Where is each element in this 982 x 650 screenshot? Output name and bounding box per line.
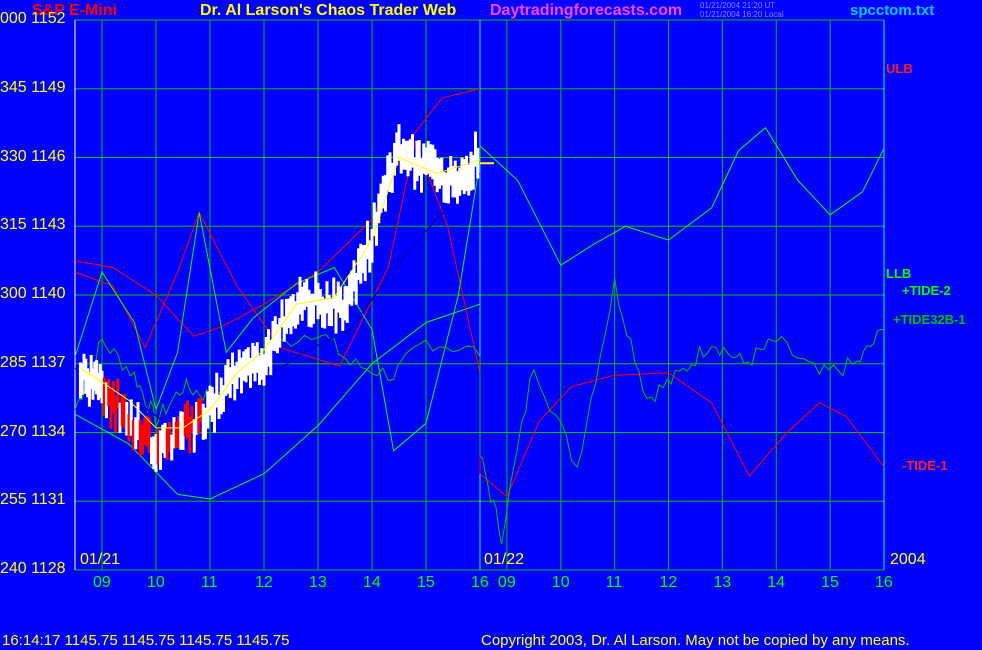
slow-moving-average xyxy=(74,172,481,429)
x-tick-label: 09 xyxy=(93,574,111,591)
x-tick-label: 10 xyxy=(147,574,165,591)
x-tick-label: 11 xyxy=(201,574,218,591)
y-tick-label: 240 1128 xyxy=(0,560,66,577)
y-tick-label: 300 1140 xyxy=(0,285,66,302)
x-tick-label: 13 xyxy=(713,574,732,591)
x-tick-label: 15 xyxy=(821,574,839,591)
date-label-left: 01/21 xyxy=(80,551,121,568)
local-timestamp: 01/21/2004 16:20 Local xyxy=(700,10,784,19)
y-tick-label: 330 1146 xyxy=(0,147,66,165)
series-label-tide1: -TIDE-1 xyxy=(902,458,948,473)
date-label-middle: 01/22 xyxy=(484,551,525,568)
y-tick-label: 315 1143 xyxy=(0,216,66,234)
quote-readout: 16:14:17 1145.75 1145.75 1145.75 1145.75 xyxy=(2,632,290,649)
x-tick-label: 16 xyxy=(471,574,489,591)
y-tick-label: 345 1149 xyxy=(0,78,66,96)
x-tick-label: 09 xyxy=(497,574,516,591)
series-label-llb: LLB xyxy=(886,266,912,281)
x-tick-label: 12 xyxy=(659,574,678,591)
x-tick-label: 12 xyxy=(255,574,273,591)
x-tick-label: 13 xyxy=(309,574,327,591)
series-label-ulb: ULB xyxy=(886,61,913,76)
site-url-link[interactable]: Daytradingforecasts.com xyxy=(490,3,682,19)
x-tick-label: 14 xyxy=(363,574,381,591)
copyright-notice: Copyright 2003, Dr. Al Larson. May not b… xyxy=(481,632,910,649)
data-filename: spcctom.txt xyxy=(850,2,935,19)
x-tick-label: 16 xyxy=(875,574,893,591)
x-tick-label: 10 xyxy=(551,574,570,591)
site-title: Dr. Al Larson's Chaos Trader Web xyxy=(200,2,457,19)
series-label-tide32b: +TIDE32B-1 xyxy=(893,312,966,327)
y-tick-label: 255 1131 xyxy=(0,491,66,509)
x-tick-label: 14 xyxy=(767,574,786,591)
series-label-tide2: +TIDE-2 xyxy=(902,283,951,298)
x-tick-label: 15 xyxy=(417,574,435,591)
y-tick-label: 285 1137 xyxy=(0,353,66,371)
y-tick-label: 000 1152 xyxy=(0,10,66,27)
x-tick-label: 11 xyxy=(605,574,623,591)
y-tick-label: 270 1134 xyxy=(0,422,66,440)
year-label: 2004 xyxy=(890,551,926,568)
ut-timestamp: 01/21/2004 21:20 UT xyxy=(700,1,776,10)
